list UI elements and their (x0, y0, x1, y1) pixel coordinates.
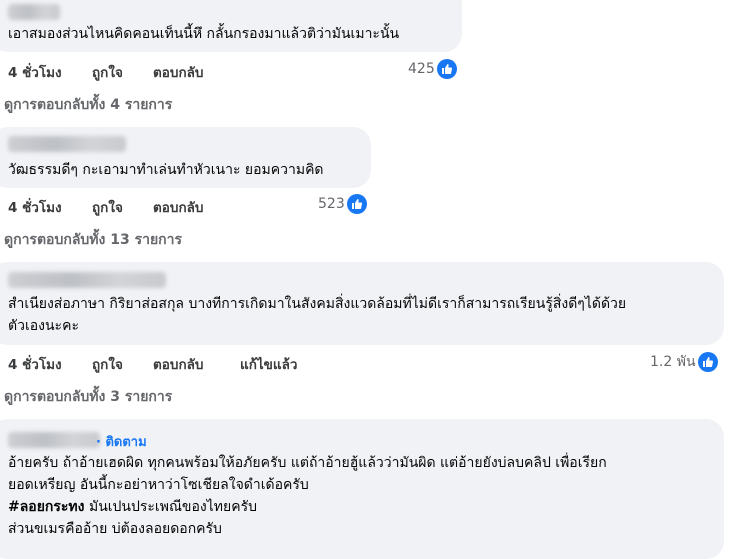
reaction-number: 425 (408, 61, 435, 77)
comment-text: วัฒธรรมดีๆ กะเอามาทำเล่นทำหัวเนาะ ยอมควา… (8, 162, 324, 178)
reply-button[interactable]: ตอบกลับ (153, 61, 203, 83)
like-button[interactable]: ถูกใจ (92, 61, 123, 83)
comment-text-line-2: ตัวเองนะคะ (8, 318, 79, 334)
like-icon (697, 352, 718, 372)
timestamp[interactable]: 4 ชั่วโมง (8, 353, 62, 375)
comment-bubble: เอาสมองส่วนไหนคิดคอนเท็นนี้หึ กลั้นกรองม… (0, 0, 462, 52)
reaction-count[interactable]: 1.2 พัน (650, 351, 718, 373)
reply-button[interactable]: ตอบกลับ (153, 196, 203, 218)
reply-button[interactable]: ตอบกลับ (153, 353, 203, 375)
author-name[interactable] (8, 4, 60, 20)
view-replies-link[interactable]: ดูการตอบกลับทั้ง 4 รายการ (4, 94, 172, 116)
edited-label[interactable]: แก้ไขแล้ว (240, 353, 297, 375)
timestamp[interactable]: 4 ชั่วโมง (8, 196, 62, 218)
timestamp[interactable]: 4 ชั่วโมง (8, 61, 62, 83)
hashtag-rest: มันเปนประเพณีของไทยครับ (84, 499, 257, 515)
view-replies-link[interactable]: ดูการตอบกลับทั้ง 13 รายการ (4, 229, 182, 251)
author-name[interactable] (8, 272, 166, 288)
comment-text-line-4: ส่วนขเมรคืออ้าย บ่ต้องลอยดอกครับ (8, 521, 222, 537)
like-icon (436, 59, 457, 79)
like-icon (346, 194, 367, 214)
reaction-count[interactable]: 425 (408, 59, 457, 79)
hashtag-link[interactable]: #ลอยกระทง (8, 499, 85, 515)
reaction-number: 1.2 พัน (650, 354, 696, 370)
author-name[interactable] (8, 136, 126, 152)
like-button[interactable]: ถูกใจ (92, 196, 123, 218)
reaction-number: 523 (318, 196, 345, 212)
comment-text-line-1: สำเนียงส่อภาษา กิริยาส่อสกุล บางทีการเกิ… (8, 296, 627, 312)
comment-text-line-1: อ้ายครับ ถ้าอ้ายเฮดผิด ทุกคนพร้อมให้อภัย… (8, 455, 607, 471)
comment-text-line-2: ยอดเหรียญ อันนี้กะอย่าหาว่าโซเชียลใจดำเด… (8, 477, 309, 493)
like-button[interactable]: ถูกใจ (92, 353, 123, 375)
author-name[interactable] (8, 432, 100, 448)
comment-text: เอาสมองส่วนไหนคิดคอนเท็นนี้หึ กลั้นกรองม… (8, 26, 400, 42)
view-replies-link[interactable]: ดูการตอบกลับทั้ง 3 รายการ (4, 386, 172, 408)
comment-bubble: · ติดตาม อ้ายครับ ถ้าอ้ายเฮดผิด ทุกคนพร้… (0, 419, 724, 559)
comment-text-line-3: #ลอยกระทง มันเปนประเพณีของไทยครับ (8, 496, 257, 518)
follow-button[interactable]: · ติดตาม (96, 431, 147, 452)
comment-bubble: สำเนียงส่อภาษา กิริยาส่อสกุล บางทีการเกิ… (0, 262, 724, 345)
reaction-count[interactable]: 523 (318, 194, 367, 214)
comment-bubble: วัฒธรรมดีๆ กะเอามาทำเล่นทำหัวเนาะ ยอมควา… (0, 127, 371, 188)
